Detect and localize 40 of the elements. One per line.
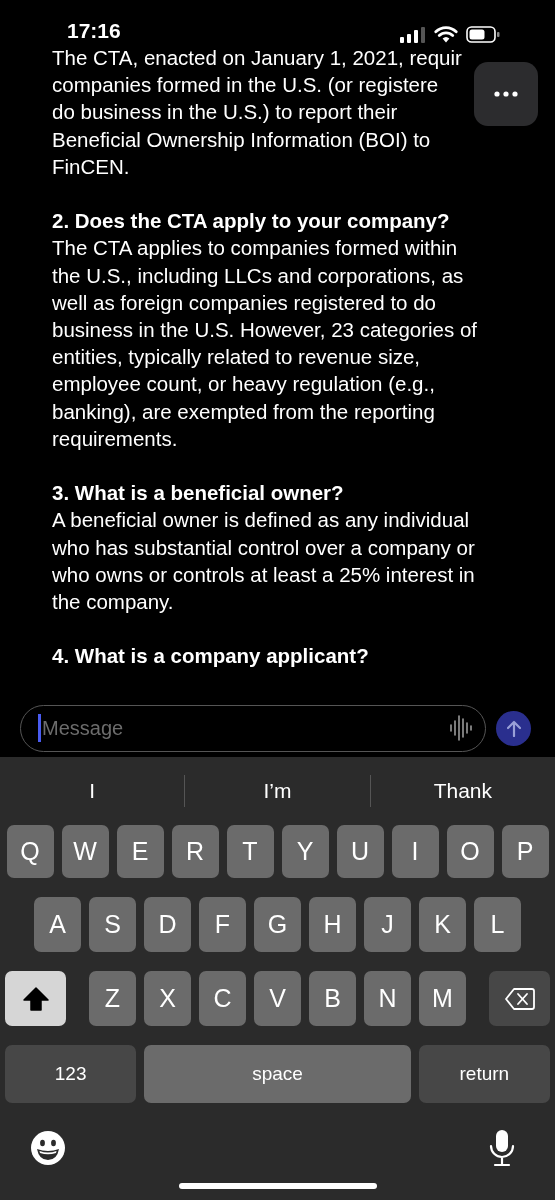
letter-key[interactable]: L <box>474 897 521 952</box>
section-heading: 2. Does the CTA apply to your company? <box>52 208 450 235</box>
message-paragraph: The CTA applies to companies formed within the U.S., including LLCs and corporations, as well as foreign companies registered to do business in the U.S. However, 23 categories of entities, typically related to revenue size, employee count, or heavy regulation (e.g., banking), are exempted from the reporting requirements. <box>52 235 478 452</box>
letter-key[interactable]: Z <box>89 971 136 1026</box>
suggestion[interactable]: Thank <box>370 769 555 813</box>
letter-key[interactable]: K <box>419 897 466 952</box>
letter-key[interactable]: P <box>501 825 549 878</box>
letter-key[interactable]: H <box>309 897 356 952</box>
letter-key[interactable]: T <box>226 825 274 878</box>
space-key[interactable]: space <box>144 1045 411 1103</box>
letter-key[interactable]: M <box>419 971 466 1026</box>
letter-key[interactable]: O <box>446 825 494 878</box>
letter-key[interactable]: U <box>336 825 384 878</box>
return-key[interactable]: return <box>418 1045 550 1103</box>
suggestion[interactable]: I <box>0 769 185 813</box>
letter-key[interactable]: Q <box>6 825 54 878</box>
letter-key[interactable]: F <box>199 897 246 952</box>
section-heading: 4. What is a company applicant? <box>52 643 369 670</box>
message-input[interactable]: Message <box>41 716 449 740</box>
letter-key[interactable]: A <box>34 897 81 952</box>
letter-key[interactable]: J <box>364 897 411 952</box>
section-heading: 3. What is a beneficial owner? <box>52 480 344 507</box>
letter-key[interactable]: B <box>309 971 356 1026</box>
letter-key[interactable]: C <box>199 971 246 1026</box>
numbers-key[interactable]: 123 <box>5 1045 137 1103</box>
letter-key[interactable]: R <box>171 825 219 878</box>
suggestion[interactable]: I’m <box>185 769 370 813</box>
message-paragraph: A beneficial owner is defined as any individual who has substantial control over a company or who owns or controls at least a 25% interest in the company. <box>52 507 475 616</box>
letter-key[interactable]: G <box>254 897 301 952</box>
letter-key[interactable]: W <box>61 825 109 878</box>
letter-key[interactable]: E <box>116 825 164 878</box>
letter-key[interactable]: N <box>364 971 411 1026</box>
letter-key[interactable]: I <box>391 825 439 878</box>
status-time: 17:16 <box>67 19 121 43</box>
message-paragraph: The CTA, enacted on January 1, 2021, requir companies formed in the U.S. (or registere do business in the U.S.) to report their Beneficial Ownership Information (BOI) to FinCEN. <box>52 45 462 180</box>
letter-key[interactable]: X <box>144 971 191 1026</box>
letter-key[interactable]: V <box>254 971 301 1026</box>
letter-key[interactable]: D <box>144 897 191 952</box>
letter-key[interactable]: Y <box>281 825 329 878</box>
letter-key[interactable]: S <box>89 897 136 952</box>
